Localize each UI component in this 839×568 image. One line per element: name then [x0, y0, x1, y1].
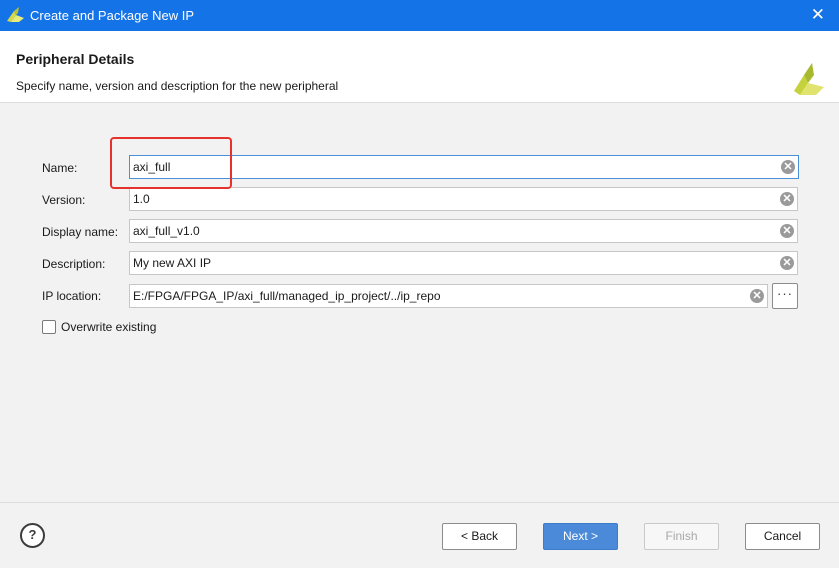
version-label: Version:: [42, 193, 86, 207]
display-name-label: Display name:: [42, 225, 119, 239]
ip-location-label: IP location:: [42, 289, 102, 303]
version-input-value: 1.0: [133, 192, 150, 206]
close-icon[interactable]: ✕: [811, 5, 825, 25]
name-input-value: axi_full: [133, 160, 171, 174]
next-button[interactable]: Next >: [543, 523, 618, 550]
page-title: Peripheral Details: [16, 51, 135, 67]
xilinx-logo-icon: [794, 63, 824, 95]
page-subtitle: Specify name, version and description fo…: [16, 79, 339, 93]
overwrite-checkbox[interactable]: [42, 320, 56, 334]
vivado-app-icon: [7, 7, 24, 22]
description-label: Description:: [42, 257, 106, 271]
back-button[interactable]: < Back: [442, 523, 517, 550]
cancel-button[interactable]: Cancel: [745, 523, 820, 550]
ip-location-input[interactable]: E:/FPGA/FPGA_IP/axi_full/managed_ip_proj…: [129, 284, 768, 308]
overwrite-label[interactable]: Overwrite existing: [61, 320, 156, 334]
name-input[interactable]: axi_full ✕: [129, 155, 799, 179]
finish-button[interactable]: Finish: [644, 523, 719, 550]
display-name-input-value: axi_full_v1.0: [133, 224, 200, 238]
description-input[interactable]: My new AXI IP ✕: [129, 251, 798, 275]
clear-icon[interactable]: ✕: [780, 224, 794, 238]
version-input[interactable]: 1.0 ✕: [129, 187, 798, 211]
clear-icon[interactable]: ✕: [750, 289, 764, 303]
footer-divider: [0, 502, 839, 503]
clear-icon[interactable]: ✕: [780, 192, 794, 206]
browse-button[interactable]: ···: [772, 283, 798, 309]
page-header: Peripheral Details Specify name, version…: [0, 31, 839, 103]
clear-icon[interactable]: ✕: [781, 160, 795, 174]
window-title: Create and Package New IP: [30, 8, 195, 23]
ip-location-input-value: E:/FPGA/FPGA_IP/axi_full/managed_ip_proj…: [133, 289, 441, 303]
name-label: Name:: [42, 161, 78, 175]
description-input-value: My new AXI IP: [133, 256, 212, 270]
clear-icon[interactable]: ✕: [780, 256, 794, 270]
window-titlebar: Create and Package New IP ✕: [0, 0, 839, 31]
display-name-input[interactable]: axi_full_v1.0 ✕: [129, 219, 798, 243]
help-icon[interactable]: ?: [20, 523, 45, 548]
